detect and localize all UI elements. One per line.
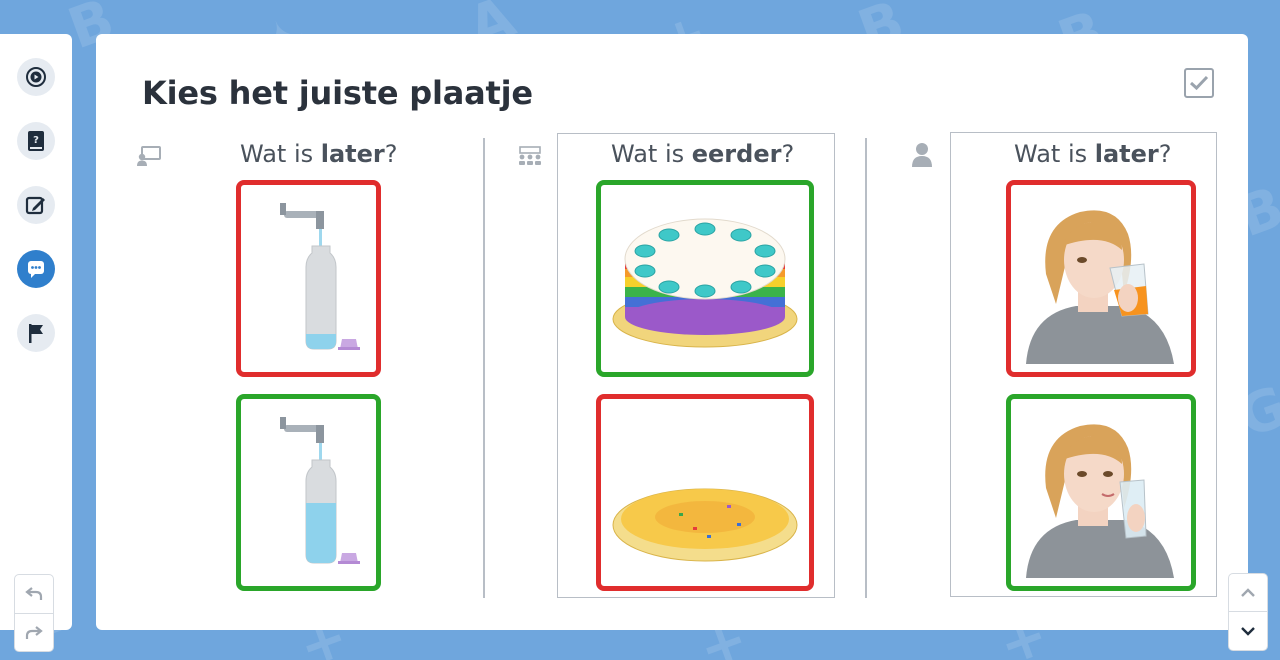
question-column-2: Wat is eerder? <box>611 140 795 168</box>
answer-option-bottle-almost-empty[interactable] <box>236 180 381 377</box>
flag-button[interactable] <box>17 314 55 352</box>
redo-button[interactable] <box>15 613 53 652</box>
answer-option-rainbow-cake[interactable] <box>596 180 814 377</box>
flat-pancake-image <box>612 488 798 561</box>
left-toolbar: ? <box>0 34 72 652</box>
column-divider <box>865 138 867 598</box>
rainbow-cake-image <box>612 218 798 347</box>
answer-option-flat-pancake[interactable] <box>596 394 814 591</box>
woman-drinking-water-image <box>1026 423 1174 578</box>
person-icon <box>912 143 932 167</box>
chat-bubble-icon <box>28 261 44 278</box>
undo-button[interactable] <box>15 575 53 613</box>
teacher-board-icon <box>137 146 161 166</box>
play-circle-icon <box>26 67 46 87</box>
edit-icon <box>25 196 45 215</box>
page-title: Kies het juiste plaatje <box>142 74 533 112</box>
scroll-up-button[interactable] <box>1228 573 1268 613</box>
bottle-almost-empty-image <box>279 203 360 350</box>
exercise-card: Kies het juiste plaatje Wat is later? Wa… <box>96 34 1248 630</box>
chat-button[interactable] <box>17 250 55 288</box>
scroll-down-button[interactable] <box>1228 611 1268 651</box>
undo-icon <box>25 587 43 600</box>
woman-drinking-juice-image <box>1026 209 1174 364</box>
edit-button[interactable] <box>17 186 55 224</box>
column-divider <box>483 138 485 598</box>
answer-option-woman-drinking-water[interactable] <box>1006 394 1196 591</box>
group-icon <box>519 146 541 165</box>
check-answer-button[interactable] <box>1184 68 1214 98</box>
checkmark-icon <box>1189 75 1209 91</box>
redo-icon <box>25 626 43 639</box>
undo-redo-group <box>14 574 54 652</box>
answer-option-bottle-half-full[interactable] <box>236 394 381 591</box>
chevron-up-icon <box>1241 588 1255 597</box>
book-question-button[interactable]: ? <box>17 122 55 160</box>
svg-text:?: ? <box>33 135 39 146</box>
book-question-icon: ? <box>28 131 44 151</box>
chevron-down-icon <box>1241 627 1255 636</box>
flag-icon <box>29 324 43 343</box>
play-circle-icon-button[interactable] <box>17 58 55 96</box>
question-column-3: Wat is later? <box>1014 140 1172 168</box>
question-column-1: Wat is later? <box>240 140 398 168</box>
answer-option-woman-drinking-juice[interactable] <box>1006 180 1196 377</box>
bottle-half-full-image <box>279 417 360 564</box>
